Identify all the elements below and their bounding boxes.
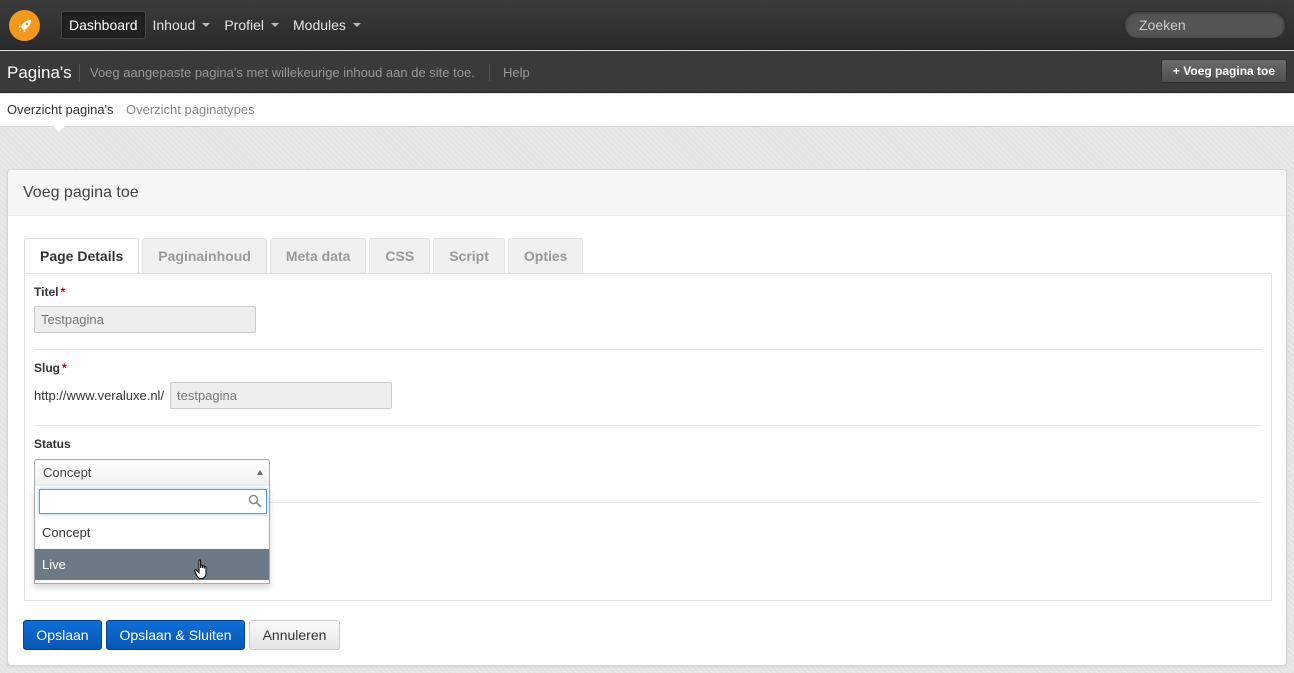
slug-label: Slug * bbox=[34, 361, 67, 375]
required-marker: * bbox=[60, 285, 66, 299]
nav-modules-label: Modules bbox=[293, 17, 346, 33]
main-nav: Dashboard Inhoud Profiel Modules bbox=[61, 11, 368, 39]
subnav-item-overview-pagetypes[interactable]: Overzicht paginatypes bbox=[126, 102, 255, 117]
slug-prefix: http://www.veraluxe.nl/ bbox=[34, 388, 165, 403]
tab-paginainhoud[interactable]: Paginainhoud bbox=[142, 238, 267, 273]
divider bbox=[35, 349, 1261, 350]
rocket-icon bbox=[18, 19, 31, 32]
search-icon bbox=[248, 494, 262, 508]
card-title: Voeg pagina toe bbox=[23, 184, 139, 201]
tab-opties[interactable]: Opties bbox=[507, 238, 584, 273]
add-page-button[interactable]: + Voeg pagina toe bbox=[1161, 59, 1287, 83]
page-header: Pagina's Voeg aangepaste pagina's met wi… bbox=[0, 51, 1294, 93]
divider bbox=[35, 425, 1261, 426]
save-button[interactable]: Opslaan bbox=[23, 620, 102, 650]
save-close-button[interactable]: Opslaan & Sluiten bbox=[106, 620, 245, 650]
nav-dashboard[interactable]: Dashboard bbox=[61, 11, 146, 39]
card-header: Voeg pagina toe bbox=[8, 170, 1286, 216]
status-label: Status bbox=[34, 437, 71, 451]
tab-bar: Page Details Paginainhoud Meta data CSS … bbox=[24, 238, 586, 274]
page-title: Pagina's bbox=[7, 63, 72, 82]
status-dropdown: Concept Live bbox=[34, 486, 270, 584]
help-link[interactable]: Help bbox=[503, 65, 530, 80]
chevron-down-icon bbox=[352, 23, 361, 27]
chevron-up-icon bbox=[257, 470, 263, 475]
tab-script[interactable]: Script bbox=[433, 238, 505, 273]
divider bbox=[489, 64, 490, 81]
chevron-down-icon bbox=[202, 23, 211, 27]
search-input[interactable] bbox=[1124, 11, 1286, 39]
tab-meta-data[interactable]: Meta data bbox=[269, 238, 367, 273]
dropdown-option-live[interactable]: Live bbox=[35, 549, 269, 580]
nav-inhoud[interactable]: Inhoud bbox=[146, 11, 218, 39]
rocket-logo-icon[interactable] bbox=[9, 10, 40, 41]
nav-dashboard-label: Dashboard bbox=[69, 17, 138, 33]
required-marker: * bbox=[62, 361, 67, 375]
nav-modules[interactable]: Modules bbox=[286, 11, 368, 39]
subnav: Overzicht pagina's Overzicht paginatypes bbox=[0, 94, 1294, 127]
status-selected-value: Concept bbox=[43, 465, 92, 480]
dropdown-search-input[interactable] bbox=[39, 489, 267, 514]
dropdown-option-concept[interactable]: Concept bbox=[35, 517, 269, 548]
tab-css[interactable]: CSS bbox=[369, 238, 431, 273]
form-card: Voeg pagina toe Page Details Paginainhou… bbox=[7, 169, 1287, 666]
chevron-down-icon bbox=[271, 23, 280, 27]
title-label-text: Titel bbox=[34, 285, 59, 299]
tab-page-details[interactable]: Page Details bbox=[24, 238, 140, 274]
top-navbar: Dashboard Inhoud Profiel Modules bbox=[0, 0, 1294, 50]
slug-label-text: Slug bbox=[34, 361, 60, 375]
nav-profiel[interactable]: Profiel bbox=[217, 11, 286, 39]
status-select[interactable]: Concept bbox=[34, 459, 270, 487]
title-field[interactable]: Testpagina bbox=[34, 306, 256, 333]
hand-cursor-icon bbox=[194, 559, 207, 579]
title-label: Titel * bbox=[34, 285, 65, 299]
divider bbox=[79, 64, 80, 81]
slug-field[interactable]: testpagina bbox=[170, 382, 392, 409]
page-description: Voeg aangepaste pagina's met willekeurig… bbox=[90, 65, 475, 80]
nav-profiel-label: Profiel bbox=[224, 17, 265, 33]
active-indicator-arrow bbox=[53, 126, 65, 132]
cancel-button[interactable]: Annuleren bbox=[249, 620, 340, 650]
subnav-item-overview-pages[interactable]: Overzicht pagina's bbox=[7, 102, 114, 117]
nav-inhoud-label: Inhoud bbox=[152, 17, 196, 33]
